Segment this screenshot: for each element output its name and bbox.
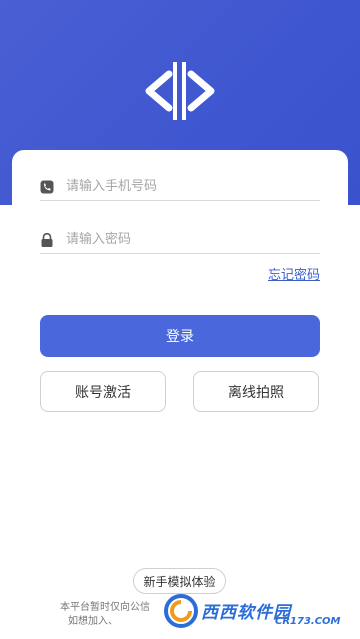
phone-field [40,152,320,202]
password-field [40,205,320,255]
watermark-logo-icon [164,594,198,628]
phone-icon [40,180,54,194]
watermark-subtext: CR173.COM [275,616,341,627]
password-input[interactable] [64,223,318,255]
app-logo-icon [145,62,215,120]
forgot-password-link[interactable]: 忘记密码 [268,264,320,283]
activate-account-button[interactable]: 账号激活 [40,371,166,412]
login-button[interactable]: 登录 [40,315,320,357]
watermark: 西西软件园 CR173.COM [163,592,343,630]
trial-experience-button[interactable]: 新手模拟体验 [133,568,226,594]
phone-input[interactable] [64,170,318,202]
lock-icon [41,233,53,247]
offline-photo-button[interactable]: 离线拍照 [193,371,319,412]
